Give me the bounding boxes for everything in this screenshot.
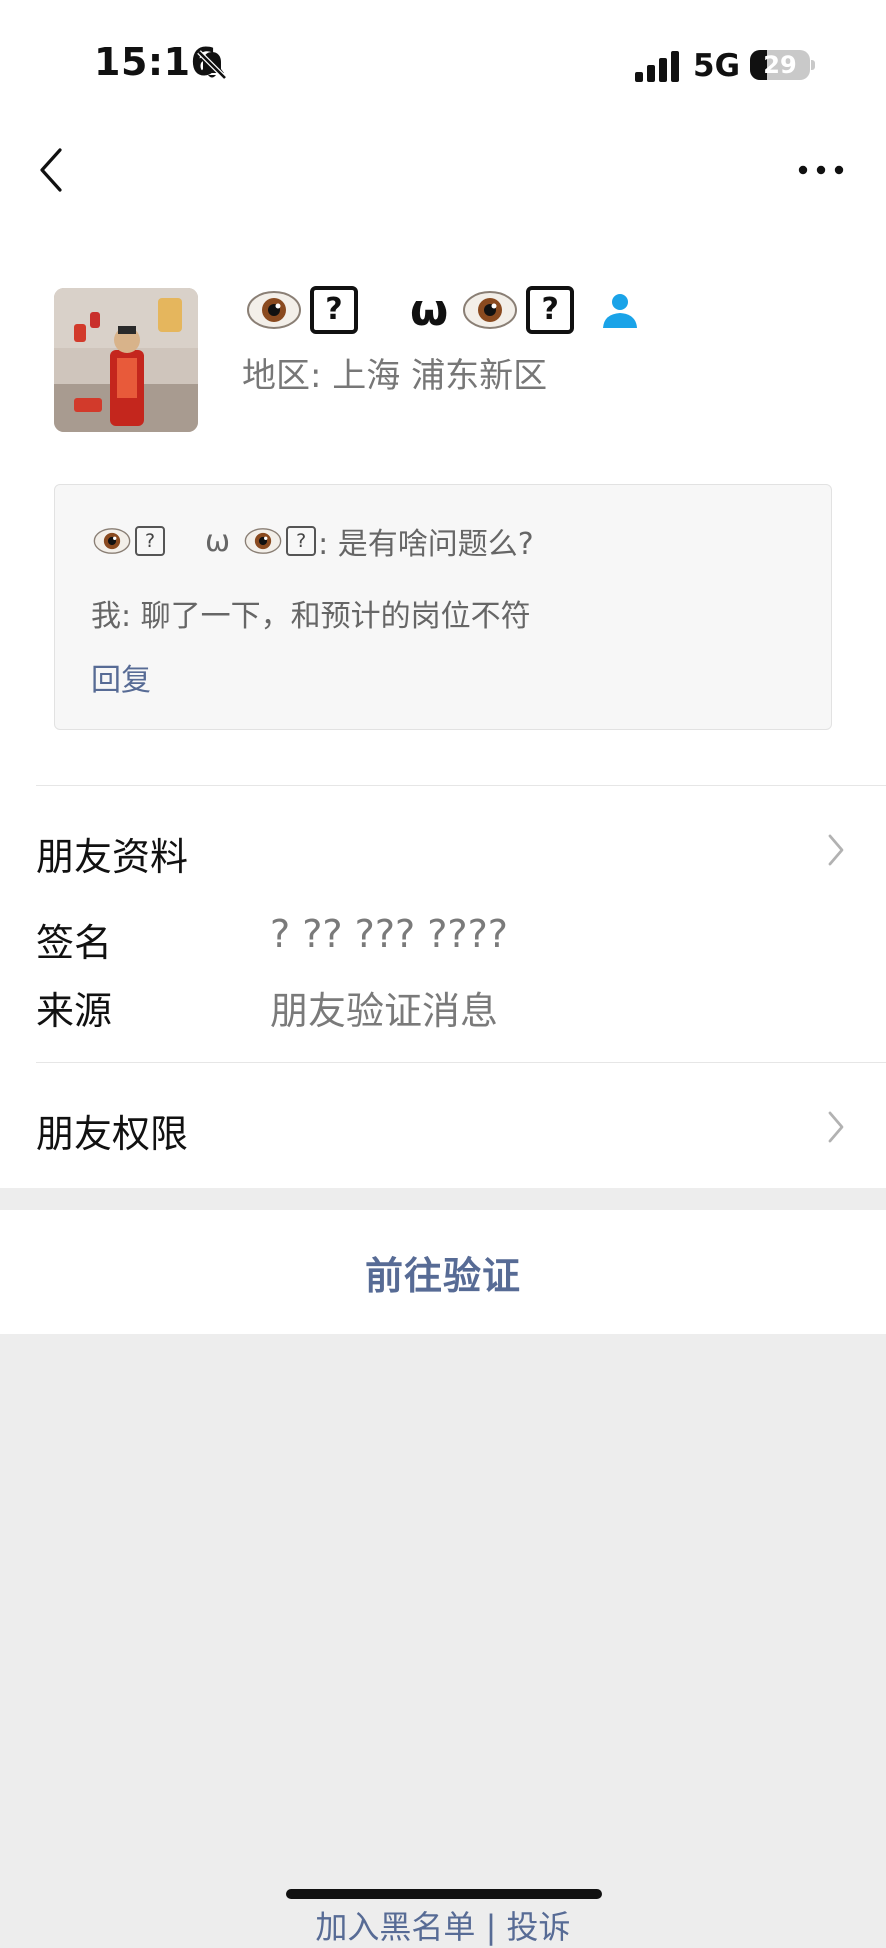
battery-level: 29 [763, 51, 797, 79]
home-indicator [286, 1889, 602, 1899]
battery-tip [811, 60, 815, 70]
sender-message-text: : 是有啥问题么? [318, 527, 534, 562]
eye-emoji-icon [463, 291, 518, 329]
eye-emoji-icon [244, 528, 282, 554]
unknown-char-box: ? [135, 526, 165, 556]
nickname: ? ω ? [242, 278, 640, 342]
unknown-char-box: ? [526, 286, 575, 334]
bell-muted-icon [197, 50, 227, 80]
go-verify-button[interactable]: 前往验证 [0, 1210, 886, 1334]
blacklist-report-link[interactable]: 加入黑名单 | 投诉 [0, 1902, 886, 1948]
chevron-right-icon [828, 1111, 844, 1143]
message-line-sender: ? ω ? : 是有啥问题么? [91, 521, 534, 562]
region-text: 地区: 上海 浦东新区 [242, 356, 548, 396]
source-label: 来源 [36, 989, 113, 1033]
eye-emoji-icon [247, 291, 301, 329]
friend-permissions-title: 朋友权限 [36, 1112, 189, 1156]
message-line-self: 我: 聊了一下，和预计的岗位不符 [91, 599, 531, 634]
friend-user-icon [603, 294, 638, 328]
verification-message-box: ? ω ? : 是有啥问题么? 我: 聊了一下，和预计的岗位不符 回复 [54, 484, 832, 730]
chevron-left-icon[interactable] [32, 144, 72, 196]
nickname-omega: ω [410, 284, 449, 336]
network-type: 5G [693, 48, 741, 84]
unknown-char-box: ? [286, 526, 317, 556]
eye-emoji-icon [93, 528, 131, 554]
source-value: 朋友验证消息 [270, 989, 499, 1033]
signature-value: ? ?? ??? ???? [270, 912, 508, 956]
chevron-right-icon [828, 834, 844, 866]
reply-link[interactable]: 回复 [91, 655, 151, 699]
more-dots-icon[interactable] [796, 156, 846, 184]
signal-icon [635, 51, 679, 82]
go-verify-label: 前往验证 [364, 1253, 521, 1298]
friend-info-title: 朋友资料 [36, 835, 189, 879]
sender-omega: ω [205, 523, 231, 559]
unknown-char-box: ? [310, 286, 358, 334]
avatar-photo [54, 288, 198, 432]
signature-label: 签名 [36, 921, 113, 965]
battery-icon: 29 [750, 50, 810, 80]
avatar[interactable] [54, 288, 198, 432]
